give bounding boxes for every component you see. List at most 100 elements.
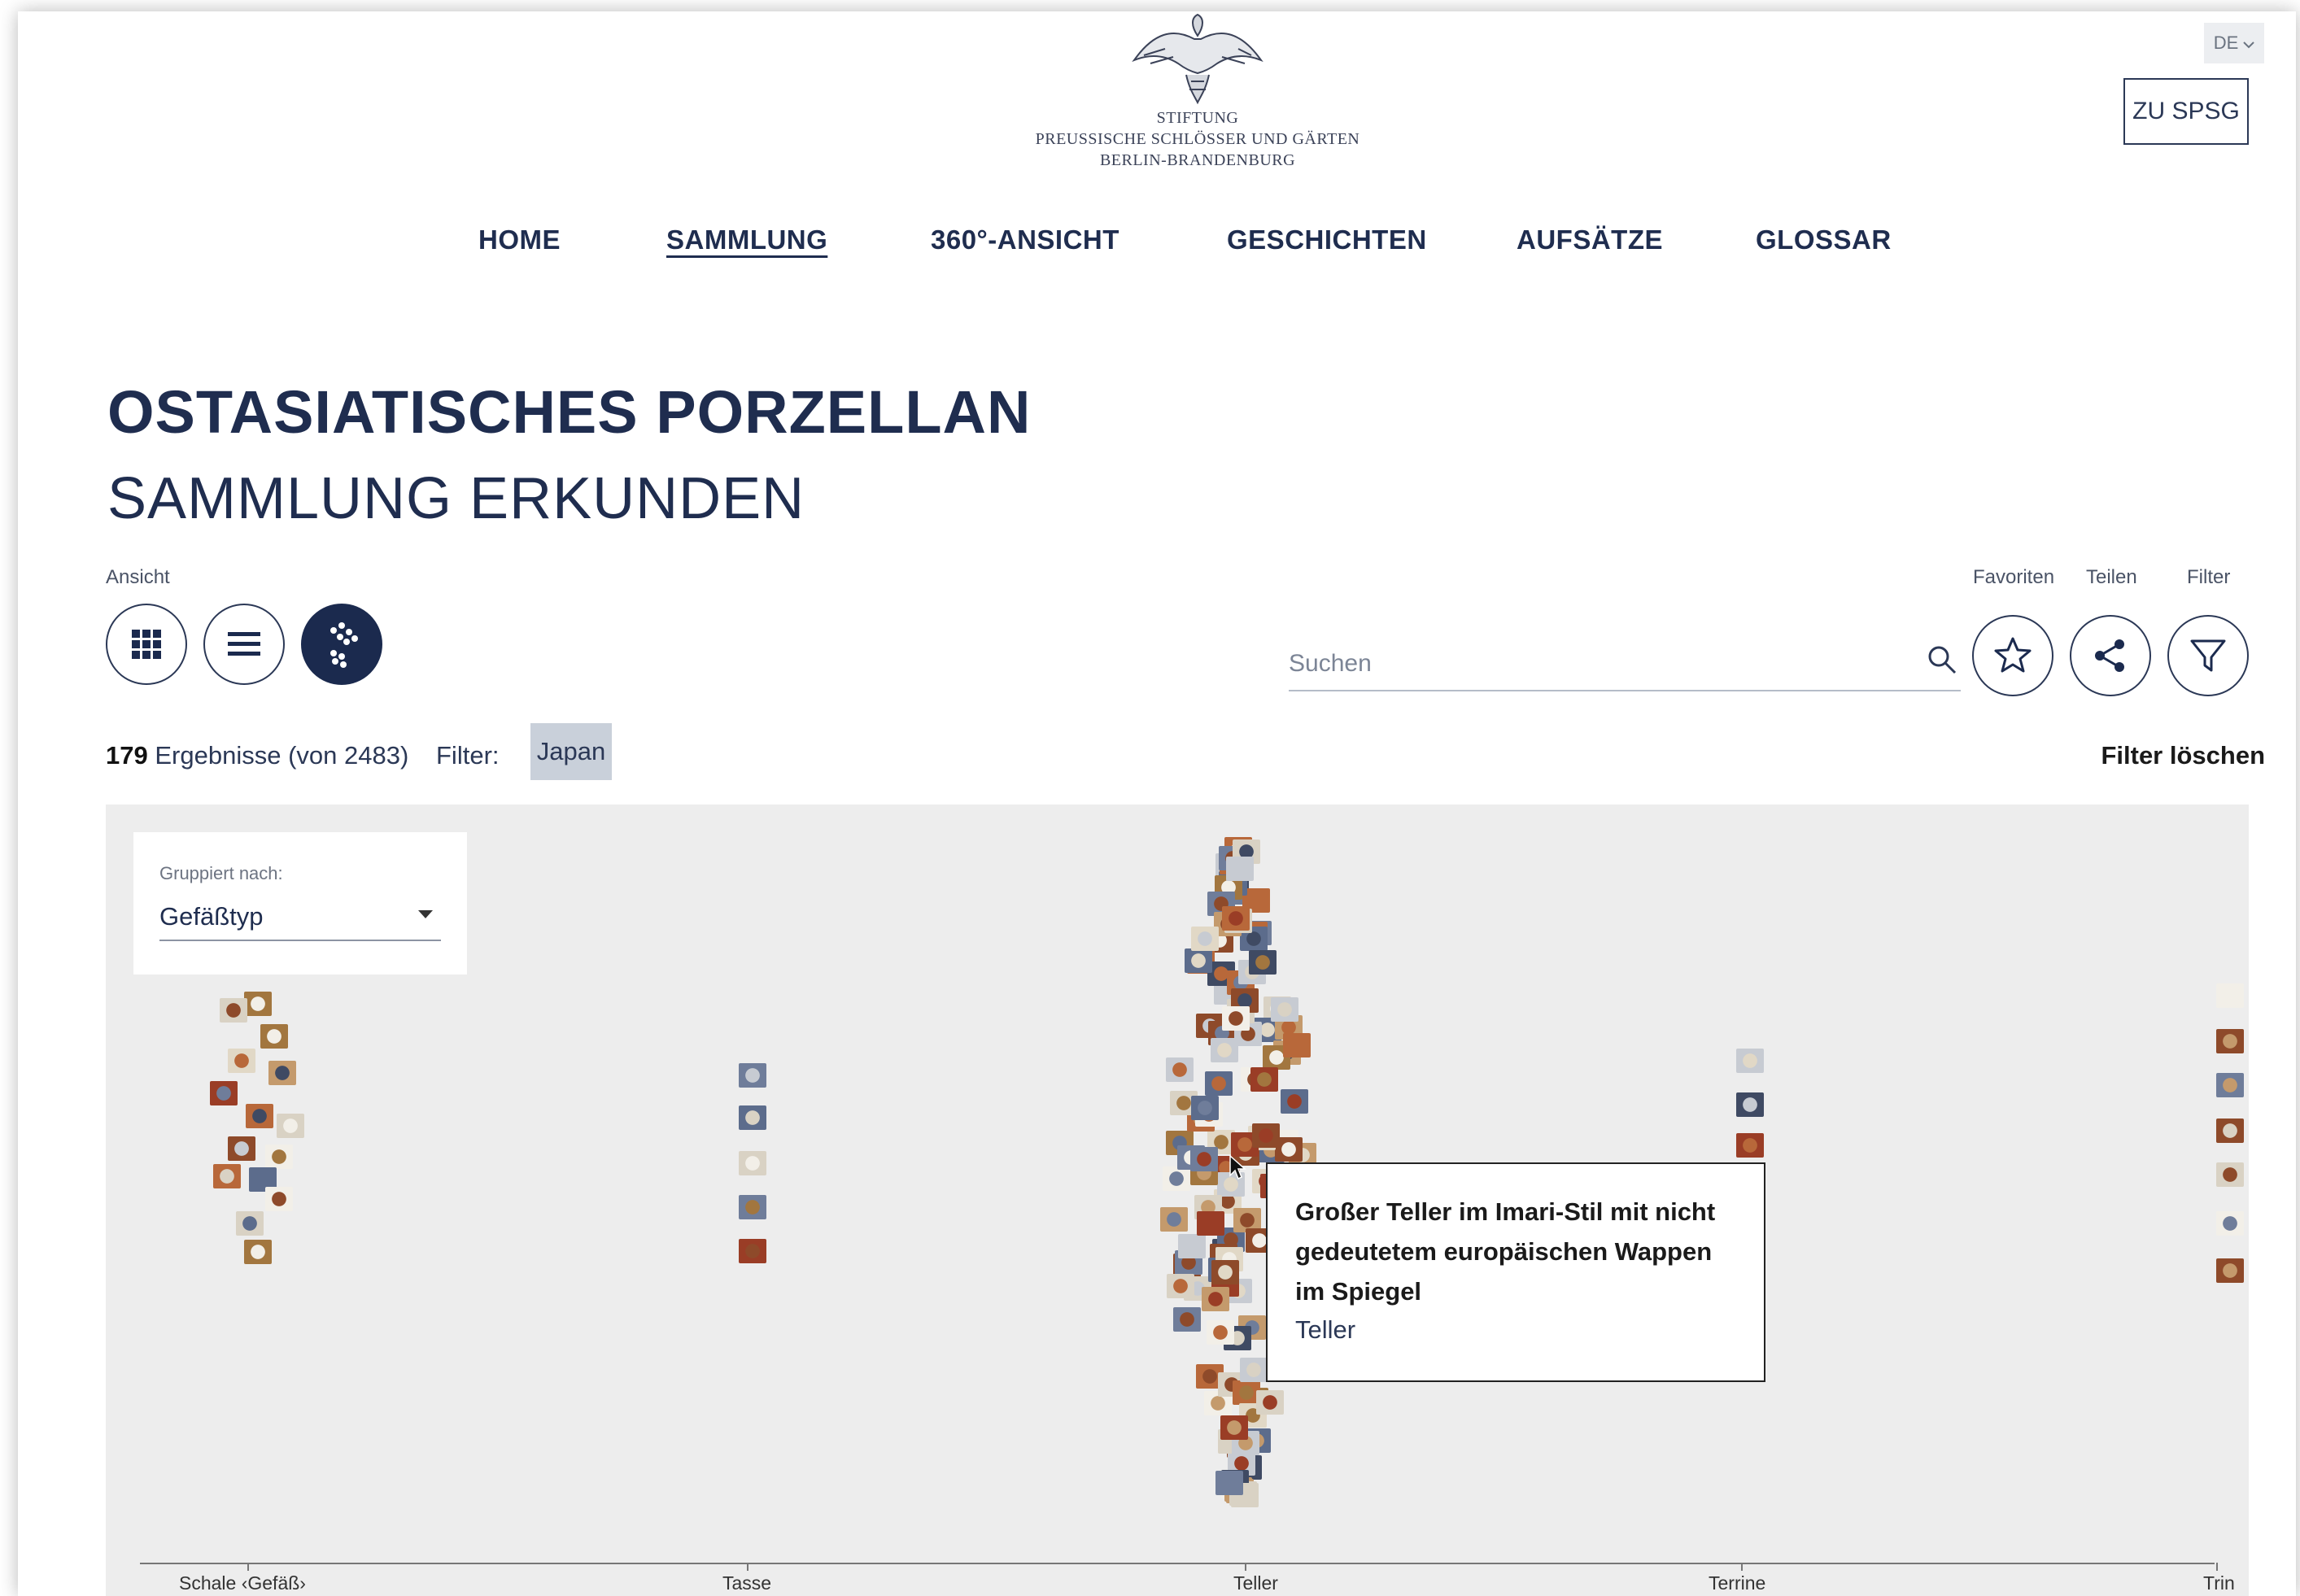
logo-line-3: BERLIN-BRANDENBURG [1099, 151, 1296, 169]
collection-item-thumbnail[interactable] [1256, 1390, 1284, 1415]
collection-item-thumbnail[interactable] [265, 1145, 293, 1169]
collection-item-thumbnail[interactable] [1205, 1071, 1233, 1096]
collection-item-thumbnail[interactable] [1250, 1067, 1278, 1092]
collection-item-thumbnail[interactable] [1240, 1358, 1268, 1382]
collection-item-thumbnail[interactable] [1163, 1166, 1190, 1191]
axis-tick [2216, 1563, 2218, 1571]
collection-item-thumbnail[interactable] [1222, 906, 1250, 931]
nav-item-sammlung[interactable]: SAMMLUNG [666, 225, 827, 255]
collection-item-thumbnail[interactable] [1160, 1207, 1188, 1232]
collection-item-thumbnail[interactable] [246, 1104, 273, 1128]
collection-item-thumbnail[interactable] [1191, 1096, 1219, 1120]
collection-item-thumbnail[interactable] [1202, 1287, 1229, 1311]
collection-item-thumbnail[interactable] [1166, 1057, 1194, 1082]
collection-item-thumbnail[interactable] [213, 1164, 241, 1188]
tooltip-title: Großer Teller im Imari-Stil mit nicht ge… [1295, 1197, 1716, 1306]
list-view-button[interactable] [203, 604, 285, 685]
nav-item-360-ansicht[interactable]: 360°-ANSICHT [931, 225, 1119, 255]
collection-item-thumbnail[interactable] [1271, 997, 1298, 1022]
filter-button[interactable] [2167, 615, 2249, 696]
collection-item-thumbnail[interactable] [1283, 1033, 1311, 1057]
grid-view-button[interactable] [106, 604, 187, 685]
collection-item-thumbnail[interactable] [2216, 1073, 2244, 1097]
collection-item-thumbnail[interactable] [739, 1195, 766, 1219]
search-icon[interactable] [1927, 644, 1957, 679]
axis-tick [1741, 1563, 1743, 1571]
grid-icon [132, 630, 161, 659]
group-by-select[interactable]: Gefäßtyp [159, 896, 441, 941]
tooltip-type: Teller [1295, 1315, 1356, 1344]
axis-label-trin: Trin [2203, 1572, 2235, 1594]
nav-item-aufsaetze[interactable]: AUFSÄTZE [1517, 225, 1663, 255]
collection-item-thumbnail[interactable] [1173, 1307, 1201, 1332]
star-icon [1994, 637, 2032, 673]
language-select[interactable]: DE [2204, 23, 2264, 63]
collection-item-thumbnail[interactable] [1207, 1320, 1234, 1345]
collection-item-thumbnail[interactable] [739, 1151, 766, 1175]
collection-item-thumbnail[interactable] [244, 1240, 272, 1264]
collection-item-thumbnail[interactable] [265, 1187, 293, 1211]
chevron-down-icon [2243, 33, 2254, 54]
collection-item-thumbnail[interactable] [244, 992, 272, 1016]
nav-item-home[interactable]: HOME [478, 225, 561, 255]
collection-item-thumbnail[interactable] [2216, 1211, 2244, 1236]
filter-chip-japan[interactable]: Japan [530, 723, 612, 780]
collection-item-thumbnail[interactable] [1191, 927, 1219, 951]
collection-item-thumbnail[interactable] [1197, 1211, 1224, 1236]
favorites-button[interactable] [1972, 615, 2053, 696]
group-by-panel: Gruppiert nach: Gefäßtyp [133, 832, 467, 975]
cluster-icon [330, 622, 358, 668]
collection-item-thumbnail[interactable] [1226, 857, 1254, 881]
collection-item-thumbnail[interactable] [268, 1061, 296, 1085]
language-value: DE [2213, 33, 2239, 53]
collection-item-thumbnail[interactable] [1190, 1147, 1218, 1171]
collection-item-thumbnail[interactable] [1211, 1260, 1239, 1284]
collection-item-thumbnail[interactable] [228, 1049, 255, 1073]
collection-item-thumbnail[interactable] [1167, 1274, 1194, 1298]
view-label: Ansicht [106, 566, 170, 588]
collection-item-thumbnail[interactable] [1178, 1234, 1206, 1258]
collection-item-thumbnail[interactable] [277, 1114, 304, 1138]
results-count: 179 Ergebnisse (von 2483) [106, 741, 408, 770]
nav-item-geschichten[interactable]: GESCHICHTEN [1227, 225, 1427, 255]
collection-item-thumbnail[interactable] [2216, 1258, 2244, 1283]
collection-item-thumbnail[interactable] [739, 1105, 766, 1130]
collection-item-thumbnail[interactable] [220, 998, 247, 1023]
logo-line-1: STIFTUNG [1156, 109, 1239, 127]
results-number: 179 [106, 741, 148, 770]
collection-item-thumbnail[interactable] [228, 1136, 255, 1161]
collection-item-thumbnail[interactable] [1736, 1092, 1764, 1117]
clear-filter-button[interactable]: Filter löschen [2101, 741, 2265, 770]
collection-item-thumbnail[interactable] [1281, 1089, 1308, 1114]
share-button[interactable] [2070, 615, 2151, 696]
main-navigation: HOME SAMMLUNG 360°-ANSICHT GESCHICHTEN A… [18, 225, 2296, 265]
logo-line-2: PREUSSISCHE SCHLÖSSER UND GÄRTEN [1035, 130, 1360, 148]
collection-item-thumbnail[interactable] [1211, 1038, 1238, 1062]
collection-item-thumbnail[interactable] [1252, 1123, 1280, 1148]
collection-item-thumbnail[interactable] [739, 1239, 766, 1263]
collection-item-thumbnail[interactable] [1215, 1471, 1243, 1495]
collection-item-thumbnail[interactable] [2216, 1119, 2244, 1143]
collection-item-thumbnail[interactable] [1249, 950, 1277, 975]
collection-item-thumbnail[interactable] [2216, 983, 2244, 1008]
spsg-logo[interactable]: STIFTUNG PREUSSISCHE SCHLÖSSER UND GÄRTE… [1010, 11, 1385, 171]
collection-item-thumbnail[interactable] [1736, 1133, 1764, 1158]
zu-spsg-button[interactable]: ZU SPSG [2123, 78, 2249, 145]
collection-item-thumbnail[interactable] [1185, 948, 1212, 973]
cluster-view-button[interactable] [301, 604, 382, 685]
nav-item-glossar[interactable]: GLOSSAR [1756, 225, 1892, 255]
collection-item-thumbnail[interactable] [2216, 1162, 2244, 1187]
list-icon [228, 632, 260, 656]
search-input[interactable] [1289, 638, 1961, 691]
collection-item-thumbnail[interactable] [210, 1081, 238, 1105]
browser-page: DE STIFTUNG PREUSSISCHE SCHLÖSSER UND GÄ… [18, 11, 2296, 1596]
collection-item-thumbnail[interactable] [260, 1024, 288, 1049]
axis-label-schale: Schale ‹Gefäß› [179, 1572, 306, 1594]
cluster-visualization[interactable]: Gruppiert nach: Gefäßtyp Schale ‹Gefäß› … [106, 805, 2249, 1596]
collection-item-thumbnail[interactable] [1736, 1049, 1764, 1073]
collection-item-thumbnail[interactable] [1222, 1006, 1250, 1031]
collection-item-thumbnail[interactable] [1220, 1415, 1248, 1440]
collection-item-thumbnail[interactable] [739, 1063, 766, 1088]
collection-item-thumbnail[interactable] [2216, 1029, 2244, 1053]
collection-item-thumbnail[interactable] [236, 1211, 264, 1236]
